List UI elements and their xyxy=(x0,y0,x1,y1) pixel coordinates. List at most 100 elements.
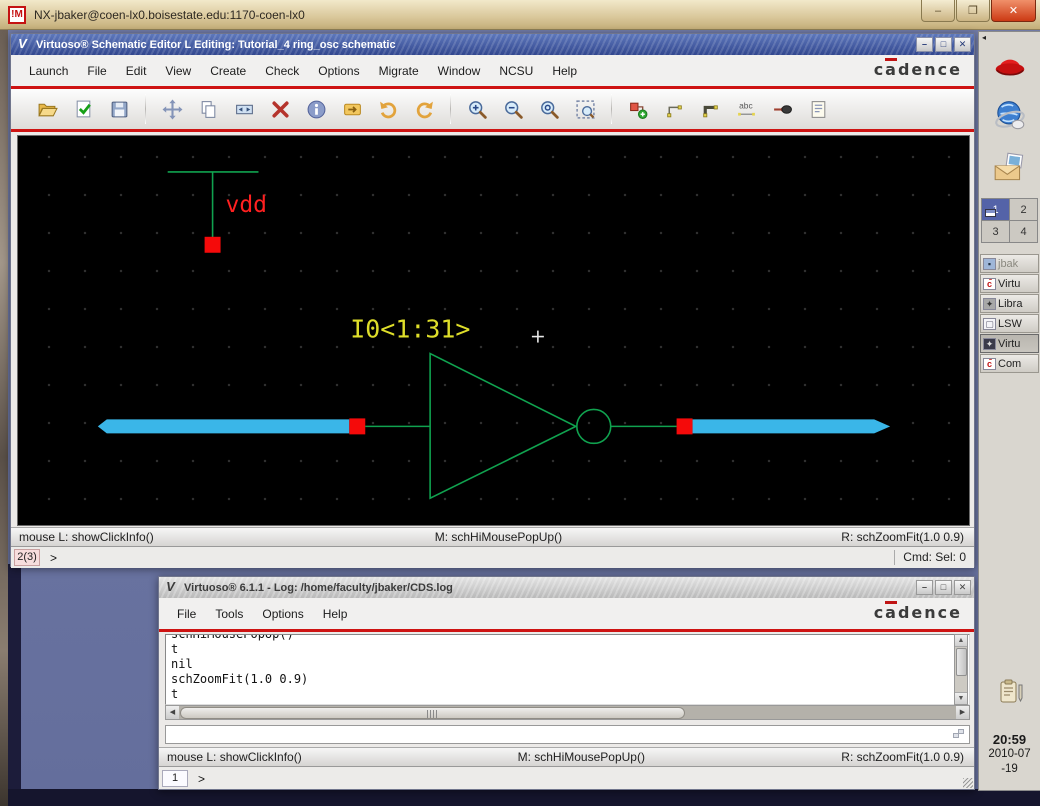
nx-maximize-button[interactable]: ❐ xyxy=(956,0,990,22)
copy-icon[interactable] xyxy=(194,95,222,123)
move-icon[interactable] xyxy=(158,95,186,123)
workspace-1[interactable]: 1 xyxy=(982,199,1009,220)
inverter-symbol[interactable] xyxy=(430,354,611,499)
log-command-prompt[interactable]: > xyxy=(198,772,205,786)
scroll-left-arrow[interactable]: ◀ xyxy=(166,706,179,719)
virtuoso-v-icon: V xyxy=(15,37,30,52)
menu-help[interactable]: Help xyxy=(552,64,577,78)
log-menu-options[interactable]: Options xyxy=(262,607,303,621)
check-and-save-icon[interactable] xyxy=(69,95,97,123)
output-pin[interactable] xyxy=(677,418,693,434)
create-pin-icon[interactable] xyxy=(768,95,796,123)
log-vertical-scrollbar[interactable]: ▲ ▼ xyxy=(954,634,968,705)
scroll-up-arrow[interactable]: ▲ xyxy=(955,635,967,647)
create-wire-name-icon[interactable]: abc xyxy=(732,95,760,123)
properties-icon[interactable] xyxy=(302,95,330,123)
open-icon[interactable] xyxy=(33,95,61,123)
task-button-library-manager[interactable]: ✦Libra xyxy=(980,294,1039,313)
command-prompt[interactable]: > xyxy=(50,551,57,565)
menu-window[interactable]: Window xyxy=(438,64,481,78)
create-wide-wire-icon[interactable] xyxy=(696,95,724,123)
nx-close-button[interactable]: ✕ xyxy=(991,0,1036,22)
window-task-list: ▪jbak c̄Virtu ✦Libra ▢LSW ✦Virtu c̄Com xyxy=(980,254,1039,374)
log-maximize-button[interactable]: □ xyxy=(935,580,952,595)
terminal-icon: ▪ xyxy=(983,258,996,270)
zoom-to-selected-icon[interactable] xyxy=(535,95,563,123)
menu-check[interactable]: Check xyxy=(265,64,299,78)
menu-file[interactable]: File xyxy=(87,64,106,78)
instance-name-label[interactable]: I0<1:31> xyxy=(350,315,470,344)
delete-icon[interactable] xyxy=(266,95,294,123)
menu-create[interactable]: Create xyxy=(210,64,246,78)
log-horizontal-scrollbar[interactable]: ◀ ▶ xyxy=(165,705,970,720)
task-button-jbaker-terminal[interactable]: ▪jbak xyxy=(980,254,1039,273)
scroll-down-arrow[interactable]: ▼ xyxy=(955,692,967,704)
log-close-button[interactable]: ✕ xyxy=(954,580,971,595)
log-minimize-button[interactable]: – xyxy=(916,580,933,595)
workspace-switcher: 1 2 3 4 xyxy=(981,198,1038,243)
vdd-label[interactable]: vdd xyxy=(226,192,267,218)
panel-hide-arrow[interactable]: ◂ xyxy=(982,33,986,42)
main-close-button[interactable]: ✕ xyxy=(954,37,971,52)
log-menu-file[interactable]: File xyxy=(177,607,196,621)
input-pin[interactable] xyxy=(349,418,365,434)
input-bus-wire[interactable] xyxy=(98,419,349,433)
log-history-button[interactable]: 1 xyxy=(162,770,188,787)
nx-minimize-button[interactable]: – xyxy=(921,0,955,22)
zoom-in-icon[interactable] xyxy=(463,95,491,123)
log-line: t xyxy=(171,642,969,657)
output-bus-wire[interactable] xyxy=(693,419,891,433)
menu-launch[interactable]: Launch xyxy=(29,64,68,78)
menu-migrate[interactable]: Migrate xyxy=(379,64,419,78)
main-maximize-button[interactable]: □ xyxy=(935,37,952,52)
task-button-virtuoso[interactable]: c̄Virtu xyxy=(980,274,1039,293)
email-client-icon[interactable] xyxy=(992,150,1028,186)
main-statusbar: mouse L: showClickInfo() M: schHiMousePo… xyxy=(11,527,974,547)
nx-logo-icon: !M xyxy=(8,6,26,24)
schematic-canvas[interactable]: vdd I0<1:31> xyxy=(17,135,970,526)
log-input-field[interactable] xyxy=(165,725,970,744)
log-command-row: 1 > xyxy=(159,768,974,789)
menu-ncsu[interactable]: NCSU xyxy=(499,64,533,78)
task-button-command-interpreter[interactable]: c̄Com xyxy=(980,354,1039,373)
redo-icon[interactable] xyxy=(410,95,438,123)
scroll-right-arrow[interactable]: ▶ xyxy=(956,706,969,719)
undo-icon[interactable] xyxy=(374,95,402,123)
create-instance-icon[interactable] xyxy=(624,95,652,123)
workspace-2[interactable]: 2 xyxy=(1010,199,1037,220)
workspace-3[interactable]: 3 xyxy=(982,221,1009,242)
create-note-icon[interactable] xyxy=(804,95,832,123)
task-button-lsw[interactable]: ▢LSW xyxy=(980,314,1039,333)
save-icon[interactable] xyxy=(105,95,133,123)
property-editor-icon[interactable] xyxy=(338,95,366,123)
zoom-to-fit-icon[interactable] xyxy=(571,95,599,123)
menu-edit[interactable]: Edit xyxy=(126,64,147,78)
workspace-4[interactable]: 4 xyxy=(1010,221,1037,242)
stretch-icon[interactable] xyxy=(230,95,258,123)
main-toolbar: abc xyxy=(11,89,974,129)
linux-desktop[interactable]: V Virtuoso® Schematic Editor L Editing: … xyxy=(8,30,1040,806)
redhat-menu-icon[interactable] xyxy=(992,48,1028,84)
main-minimize-button[interactable]: – xyxy=(916,37,933,52)
menu-options[interactable]: Options xyxy=(318,64,359,78)
vertical-scroll-thumb[interactable] xyxy=(956,648,967,676)
virtuoso-log-window: V Virtuoso® 6.1.1 - Log: /home/faculty/j… xyxy=(158,576,975,790)
expand-input-icon[interactable] xyxy=(953,729,966,741)
command-history-button[interactable]: 2(3) xyxy=(14,549,40,566)
host-desktop-strip xyxy=(0,30,8,806)
horizontal-scroll-thumb[interactable] xyxy=(180,707,685,719)
screen: !M NX-jbaker@coen-lx0.boisestate.edu:117… xyxy=(0,0,1040,806)
notes-applet-icon[interactable] xyxy=(995,677,1025,707)
task-button-virtuoso-schematic[interactable]: ✦Virtu xyxy=(980,334,1039,353)
create-wire-icon[interactable] xyxy=(660,95,688,123)
vdd-pin[interactable] xyxy=(205,237,221,253)
zoom-out-icon[interactable] xyxy=(499,95,527,123)
menu-view[interactable]: View xyxy=(165,64,191,78)
window-resize-grip[interactable] xyxy=(963,778,973,788)
log-menu-help[interactable]: Help xyxy=(323,607,348,621)
cadence-icon: c̄ xyxy=(983,358,996,370)
log-output-area[interactable]: schHiMousePopUp() t nil schZoomFit(1.0 0… xyxy=(165,634,970,705)
web-browser-icon[interactable] xyxy=(992,98,1028,134)
log-menu-tools[interactable]: Tools xyxy=(215,607,243,621)
log-line: schZoomFit(1.0 0.9) xyxy=(171,672,969,687)
